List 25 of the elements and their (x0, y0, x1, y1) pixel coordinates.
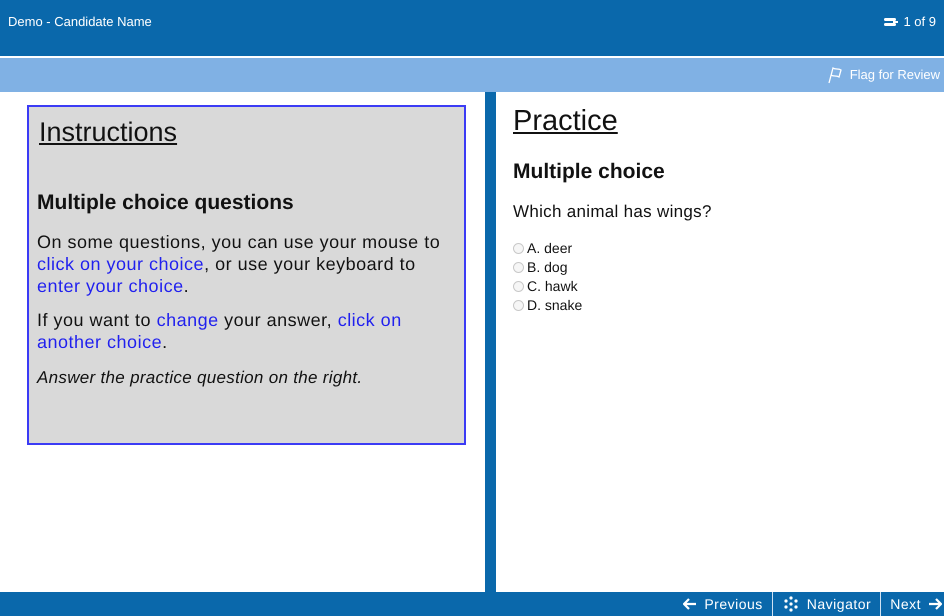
instructions-paragraph: If you want to change your answer, click on another choice. (37, 308, 403, 352)
option-label[interactable]: A. deer (527, 238, 572, 258)
radio-button[interactable] (513, 300, 524, 310)
question-prompt: Which animal has wings? (513, 201, 713, 223)
previous-button[interactable]: Previous (674, 592, 772, 616)
question-heading: Multiple choice (513, 158, 666, 184)
question-title: Practice (513, 104, 619, 139)
option-label[interactable]: C. hawk (527, 276, 578, 296)
radio-button[interactable] (513, 242, 524, 254)
progress-counter: 1 of 9 (903, 13, 936, 31)
next-button[interactable]: Next (880, 592, 944, 616)
navigator-button[interactable]: Navigator (772, 592, 880, 616)
progress-icon (883, 16, 900, 27)
instructions-heading: Multiple choice questions (37, 190, 295, 216)
option-label[interactable]: B. dog (527, 258, 568, 276)
dotted-circle-icon (782, 596, 800, 612)
option-label[interactable]: D. snake (527, 296, 582, 314)
radio-button[interactable] (513, 280, 524, 292)
right-arrow-icon (928, 598, 942, 610)
instructions-paragraph: On some questions, you can use your mouse to click on your choice, or use your keyboard to enter your choice. (37, 230, 442, 296)
instructions-note: Answer the practice question on the right. (37, 366, 364, 388)
left-arrow-icon (683, 598, 698, 610)
candidate-title: Demo - Candidate Name (8, 13, 152, 31)
radio-button[interactable] (513, 262, 524, 272)
instructions-title: Instructions (38, 116, 178, 149)
